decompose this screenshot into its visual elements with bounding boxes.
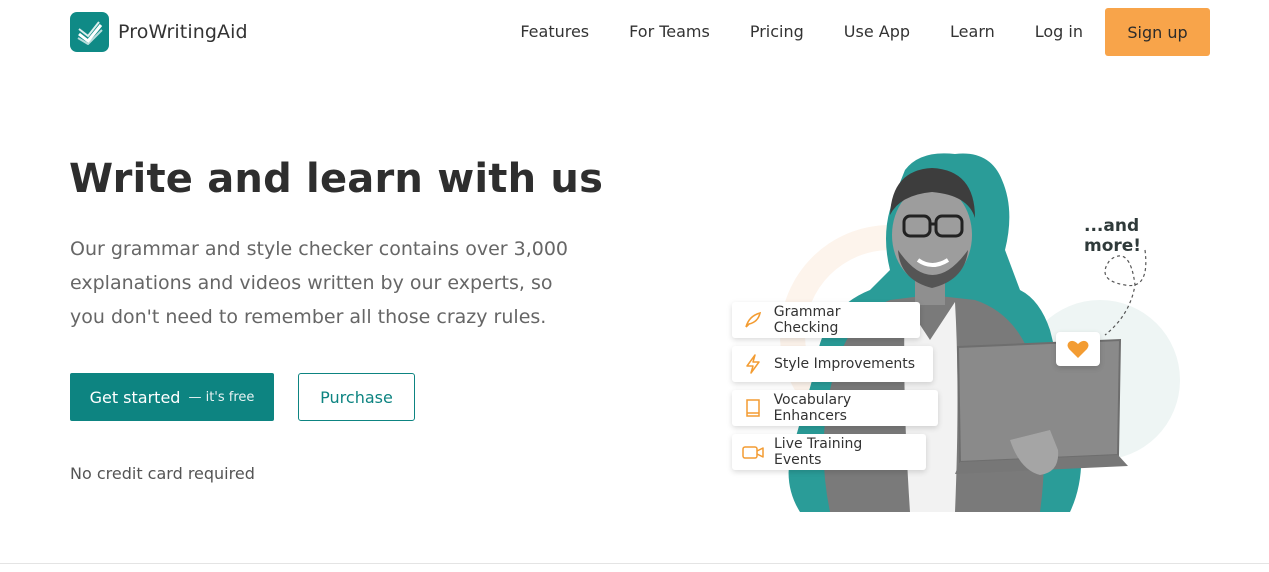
hero-illustration: ...and more! Grammar Checking Style Impr… — [720, 140, 1200, 520]
prowritingaid-logo-icon — [70, 12, 109, 52]
login-link[interactable]: Log in — [1035, 8, 1083, 56]
brand-name: ProWritingAid — [118, 21, 248, 43]
purchase-button[interactable]: Purchase — [298, 373, 415, 421]
section-divider — [0, 563, 1269, 564]
feature-label: Vocabulary Enhancers — [773, 392, 852, 424]
main-nav: Features For Teams Pricing Use App Learn… — [520, 8, 1210, 56]
feature-style-improvements: Style Improvements — [732, 346, 933, 382]
heart-icon — [1067, 340, 1089, 358]
signup-button[interactable]: Sign up — [1105, 8, 1210, 56]
feature-grammar-checking: Grammar Checking — [732, 302, 920, 338]
feature-label: Style Improvements — [774, 356, 916, 372]
hero-title: Write and learn with us — [69, 156, 604, 202]
book-icon — [742, 397, 764, 419]
feature-label: Grammar Checking — [773, 304, 841, 336]
lightning-icon — [742, 353, 764, 375]
feature-label: Live Training Events — [774, 436, 863, 468]
no-credit-card-note: No credit card required — [70, 464, 255, 483]
feature-vocabulary-enhancers: Vocabulary Enhancers — [732, 390, 938, 426]
nav-features[interactable]: Features — [520, 8, 589, 56]
get-started-button[interactable]: Get started — it's free — [70, 373, 274, 421]
nav-learn[interactable]: Learn — [950, 8, 995, 56]
nav-pricing[interactable]: Pricing — [750, 8, 804, 56]
video-camera-icon — [742, 441, 764, 463]
nav-for-teams[interactable]: For Teams — [629, 8, 710, 56]
logo[interactable]: ProWritingAid — [70, 12, 248, 52]
nav-use-app[interactable]: Use App — [844, 8, 910, 56]
heart-badge — [1056, 332, 1100, 366]
and-more-callout: ...and more! — [1084, 216, 1142, 256]
hero-description: Our grammar and style checker contains o… — [70, 238, 569, 328]
site-header: ProWritingAid Features For Teams Pricing… — [0, 0, 1269, 64]
feature-live-training-events: Live Training Events — [732, 434, 926, 470]
get-started-sublabel: — it's free — [188, 389, 255, 405]
get-started-label: Get started — [89, 387, 181, 407]
quill-icon — [742, 309, 764, 331]
